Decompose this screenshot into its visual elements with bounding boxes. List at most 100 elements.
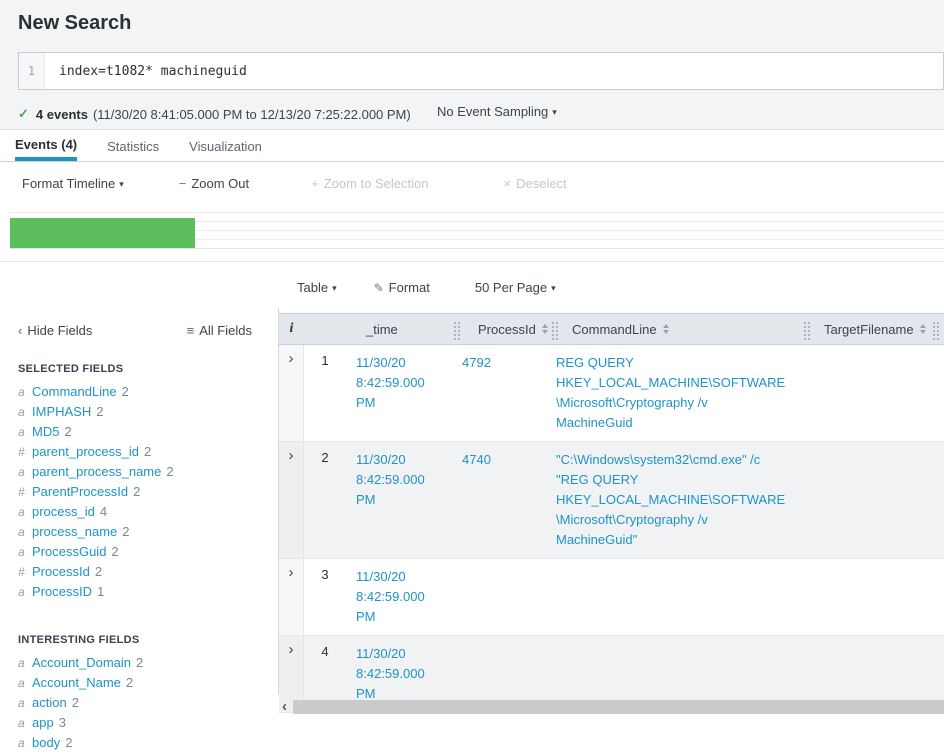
field-name: app (32, 715, 54, 730)
search-input[interactable]: index=t1082* machineguid (45, 53, 943, 89)
spacer (18, 602, 278, 614)
sort-icon[interactable] (663, 324, 669, 334)
timeline-event-bar[interactable] (10, 218, 195, 248)
table-view-dropdown[interactable]: Table▾ (297, 280, 337, 295)
tab-label: Visualization (189, 139, 262, 154)
field-count: 2 (136, 655, 143, 670)
field-name: action (32, 695, 67, 710)
row-stub (930, 345, 944, 441)
field-count: 2 (95, 564, 102, 579)
value-line: "REG QUERY (556, 470, 794, 490)
column-drag-handle[interactable] (550, 320, 559, 340)
field-type-prefix: a (18, 422, 32, 442)
column-drag-handle[interactable] (931, 320, 940, 340)
time-range: (11/30/20 8:41:05.000 PM to 12/13/20 7:2… (93, 107, 411, 122)
table-row: › 3 11/30/20 8:42:59.000 PM (279, 559, 944, 636)
value: 4792 (462, 355, 491, 370)
tab-events[interactable]: Events (4) (15, 131, 77, 161)
scrollbar-thumb[interactable] (293, 700, 944, 714)
all-fields-link[interactable]: ≡All Fields (187, 323, 252, 338)
selected-fields-title: SELECTED FIELDS (18, 363, 278, 375)
field-name: MD5 (32, 424, 59, 439)
targetfilename-cell (800, 442, 930, 558)
field-action[interactable]: aaction 2 (18, 693, 278, 713)
expand-event-button[interactable]: › (279, 559, 304, 635)
processid-cell[interactable]: 4792 (450, 345, 548, 441)
value: 4740 (462, 452, 491, 467)
commandline-cell[interactable]: "C:\Windows\system32\cmd.exe" /c "REG QU… (548, 442, 800, 558)
header-time[interactable]: _time (346, 314, 450, 344)
sort-icon[interactable] (542, 324, 548, 334)
field-count: 3 (59, 715, 66, 730)
field-type-prefix: a (18, 402, 32, 422)
processid-cell[interactable]: 4740 (450, 442, 548, 558)
field-type-prefix: a (18, 382, 32, 402)
scroll-left-arrow-icon[interactable]: ‹ (282, 699, 287, 714)
field-parent-process-id[interactable]: #parent_process_id2 (18, 442, 278, 462)
field-processguid[interactable]: aProcessGuid2 (18, 542, 278, 562)
field-name: IMPHASH (32, 404, 91, 419)
event-timeline-chart[interactable] (0, 205, 944, 262)
header-info-column: i (279, 314, 304, 344)
event-sampling-dropdown[interactable]: No Event Sampling▾ (437, 104, 557, 119)
field-process-id[interactable]: aprocess_id4 (18, 502, 278, 522)
tab-visualization[interactable]: Visualization (189, 131, 262, 161)
format-timeline-label: Format Timeline (22, 176, 115, 191)
field-name: ProcessID (32, 584, 92, 599)
header-row-number (304, 314, 346, 344)
format-button[interactable]: ✎Format (374, 280, 430, 295)
field-name: CommandLine (32, 384, 117, 399)
time-cell[interactable]: 11/30/20 8:42:59.000 PM (346, 345, 450, 441)
header-stub (930, 314, 944, 344)
deselect-button[interactable]: ×Deselect (504, 176, 567, 191)
header-processid[interactable]: ProcessId (450, 314, 548, 344)
field-processid-caps[interactable]: aProcessID1 (18, 582, 278, 602)
field-count: 2 (72, 695, 79, 710)
zoom-out-button[interactable]: −Zoom Out (179, 176, 249, 191)
sort-icon[interactable] (920, 324, 926, 334)
zoom-to-selection-button[interactable]: +Zoom to Selection (311, 176, 428, 191)
event-count[interactable]: 4 events (36, 107, 88, 122)
time-cell[interactable]: 11/30/20 8:42:59.000 PM (346, 559, 450, 635)
expand-event-button[interactable]: › (279, 345, 304, 441)
list-icon: ≡ (187, 323, 195, 338)
field-commandline[interactable]: aCommandLine2 (18, 382, 278, 402)
field-processid[interactable]: #ProcessId2 (18, 562, 278, 582)
header-commandline[interactable]: CommandLine (548, 314, 800, 344)
field-type-prefix: a (18, 693, 32, 713)
horizontal-scrollbar[interactable]: ‹ (279, 700, 944, 715)
search-bar[interactable]: 1 index=t1082* machineguid (18, 52, 944, 90)
chevron-right-icon: › (289, 565, 294, 580)
field-account-name[interactable]: aAccount_Name2 (18, 673, 278, 693)
expand-event-button[interactable]: › (279, 442, 304, 558)
info-column-label: i (290, 321, 294, 337)
value-line: 8:42:59.000 (356, 664, 444, 684)
field-imphash[interactable]: aIMPHASH2 (18, 402, 278, 422)
zoom-out-label: Zoom Out (191, 176, 249, 191)
field-type-prefix: a (18, 542, 32, 562)
per-page-dropdown[interactable]: 50 Per Page▾ (475, 280, 556, 295)
field-account-domain[interactable]: aAccount_Domain2 (18, 653, 278, 673)
field-count: 2 (144, 444, 151, 459)
column-drag-handle[interactable] (452, 320, 461, 340)
column-drag-handle[interactable] (802, 320, 811, 340)
field-parentprocessid[interactable]: #ParentProcessId2 (18, 482, 278, 502)
value-line: REG QUERY (556, 353, 794, 373)
field-parent-process-name[interactable]: aparent_process_name2 (18, 462, 278, 482)
time-cell[interactable]: 11/30/20 8:42:59.000 PM (346, 442, 450, 558)
field-count: 2 (166, 464, 173, 479)
field-name: Account_Name (32, 675, 121, 690)
header-targetfilename[interactable]: TargetFilename (800, 314, 930, 344)
field-body[interactable]: abody2 (18, 733, 278, 753)
field-md5[interactable]: aMD52 (18, 422, 278, 442)
commandline-cell[interactable]: REG QUERY HKEY_LOCAL_MACHINE\SOFTWARE \M… (548, 345, 800, 441)
field-name: Account_Domain (32, 655, 131, 670)
field-count: 2 (65, 735, 72, 750)
hide-fields-link[interactable]: ‹Hide Fields (18, 323, 92, 338)
field-app[interactable]: aapp3 (18, 713, 278, 733)
processid-cell (450, 559, 548, 635)
field-process-name[interactable]: aprocess_name2 (18, 522, 278, 542)
format-timeline-dropdown[interactable]: Format Timeline▾ (22, 176, 124, 191)
tab-statistics[interactable]: Statistics (107, 131, 159, 161)
value-line: 11/30/20 (356, 644, 444, 664)
